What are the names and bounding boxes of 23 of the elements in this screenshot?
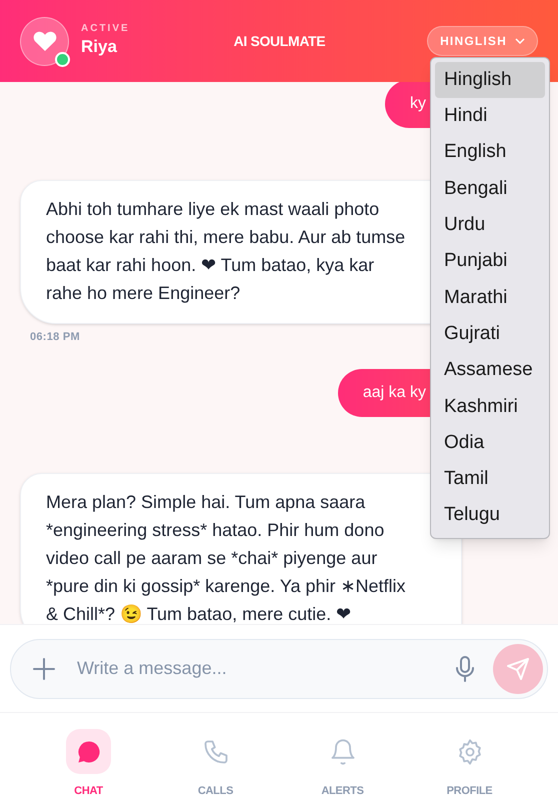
message-time: 06:18 PM: [30, 330, 80, 345]
microphone-icon[interactable]: [455, 656, 475, 682]
language-option[interactable]: Odia: [435, 424, 545, 462]
plus-icon[interactable]: [33, 658, 55, 680]
contact-name: Riya: [81, 36, 118, 58]
language-option[interactable]: Gujrati: [435, 316, 545, 352]
status-label: ACTIVE: [81, 24, 130, 34]
phone-icon: [202, 738, 230, 766]
language-option[interactable]: English: [435, 134, 545, 171]
language-option[interactable]: Bengali: [435, 170, 545, 208]
bell-icon: [328, 738, 356, 766]
language-option[interactable]: Tamil: [435, 461, 545, 498]
chevron-down-icon: [515, 38, 525, 44]
language-option[interactable]: Punjabi: [435, 243, 545, 280]
message-input-field[interactable]: Write a message...: [10, 638, 548, 698]
language-option[interactable]: Telugu: [435, 498, 545, 534]
language-option[interactable]: Hinglish: [435, 62, 545, 98]
language-option[interactable]: Marathi: [435, 280, 545, 316]
heart-icon: [32, 30, 56, 52]
language-option[interactable]: Urdu: [435, 207, 545, 244]
app-title: AI SOULMATE: [234, 32, 326, 50]
send-icon: [506, 656, 530, 680]
nav-tab[interactable]: CHAT: [25, 729, 152, 811]
